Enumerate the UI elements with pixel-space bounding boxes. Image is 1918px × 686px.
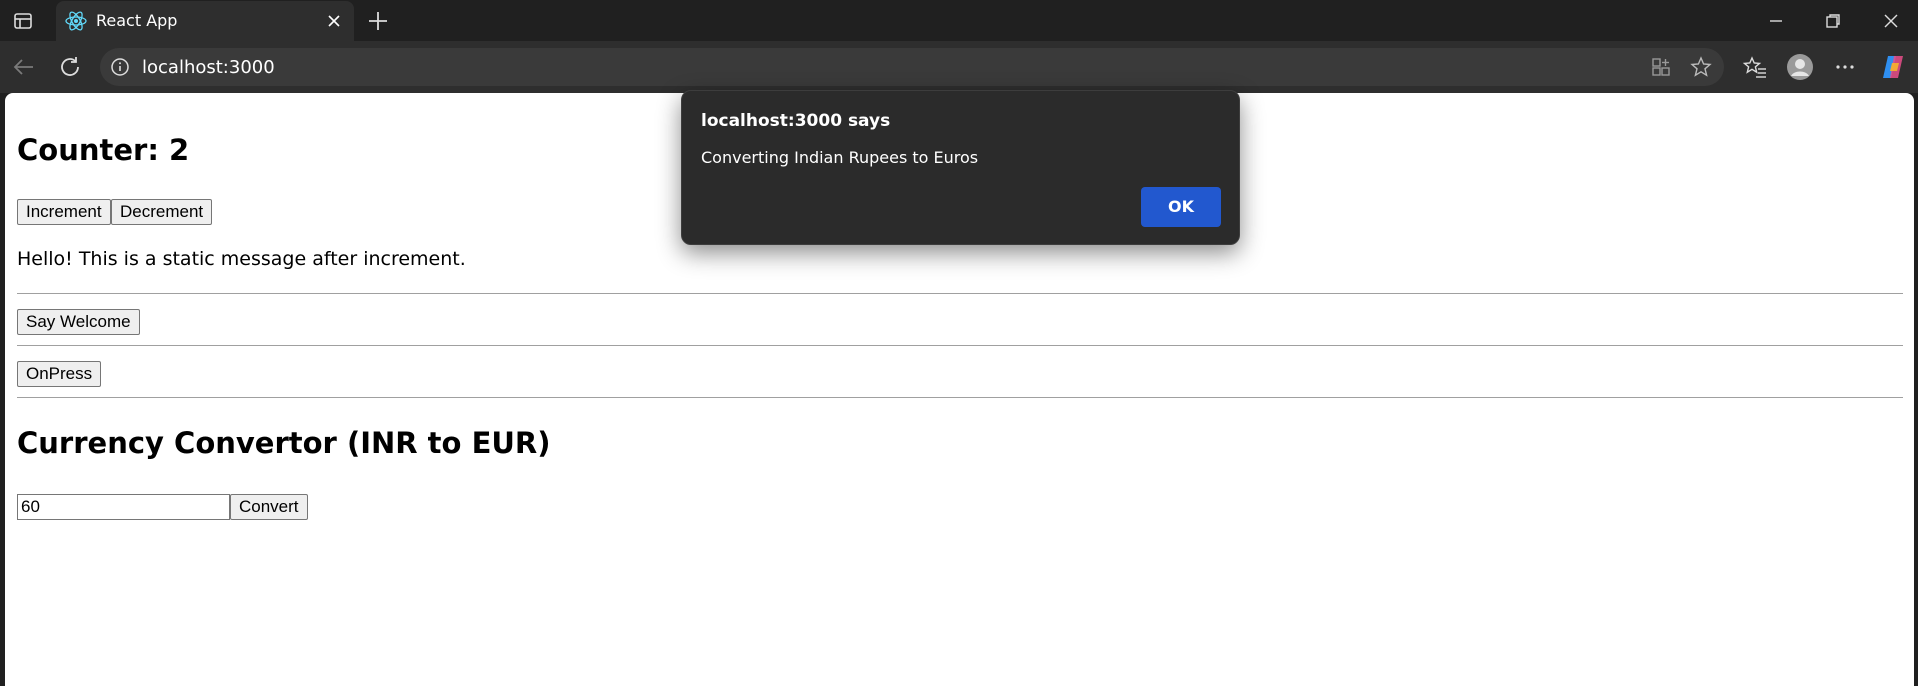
divider xyxy=(17,293,1903,294)
apps-icon[interactable] xyxy=(1650,56,1672,78)
more-icon[interactable] xyxy=(1832,54,1858,80)
copilot-icon[interactable] xyxy=(1879,53,1907,81)
star-icon[interactable] xyxy=(1689,55,1713,79)
dialog-title: localhost:3000 says xyxy=(701,111,891,131)
alert-dialog: localhost:3000 says Converting Indian Ru… xyxy=(681,90,1240,245)
sidebar-icon[interactable] xyxy=(12,10,34,32)
say-welcome-button[interactable]: Say Welcome xyxy=(17,309,140,335)
profile-icon[interactable] xyxy=(1786,53,1814,81)
decrement-button[interactable]: Decrement xyxy=(111,199,213,225)
close-window-icon[interactable] xyxy=(1880,10,1902,32)
favorites-icon[interactable] xyxy=(1742,54,1768,80)
plus-icon[interactable] xyxy=(365,8,391,34)
address-bar[interactable]: localhost:3000 xyxy=(100,48,1724,86)
increment-button[interactable]: Increment xyxy=(17,199,111,225)
dialog-message: Converting Indian Rupees to Euros xyxy=(701,148,979,167)
ok-button[interactable]: OK xyxy=(1141,187,1221,227)
browser-toolbar: localhost:3000 xyxy=(0,41,1918,93)
minimize-icon[interactable] xyxy=(1765,10,1787,32)
static-message: Hello! This is a static message after in… xyxy=(17,248,466,270)
currency-heading: Currency Convertor (INR to EUR) xyxy=(17,426,551,460)
back-icon[interactable] xyxy=(11,54,37,80)
divider xyxy=(17,345,1903,346)
react-icon xyxy=(65,11,87,31)
amount-input[interactable]: 60 xyxy=(17,494,230,520)
divider xyxy=(17,397,1903,398)
info-icon[interactable] xyxy=(110,57,130,77)
close-icon[interactable] xyxy=(324,11,344,31)
counter-heading: Counter: 2 xyxy=(17,133,190,167)
tab-strip: React App xyxy=(0,0,1918,41)
refresh-icon[interactable] xyxy=(57,54,83,80)
tab-react-app[interactable]: React App xyxy=(56,1,354,41)
url-text: localhost:3000 xyxy=(142,57,275,78)
tab-title: React App xyxy=(96,11,178,30)
onpress-button[interactable]: OnPress xyxy=(17,361,102,387)
convert-button[interactable]: Convert xyxy=(230,494,308,520)
restore-icon[interactable] xyxy=(1822,10,1844,32)
